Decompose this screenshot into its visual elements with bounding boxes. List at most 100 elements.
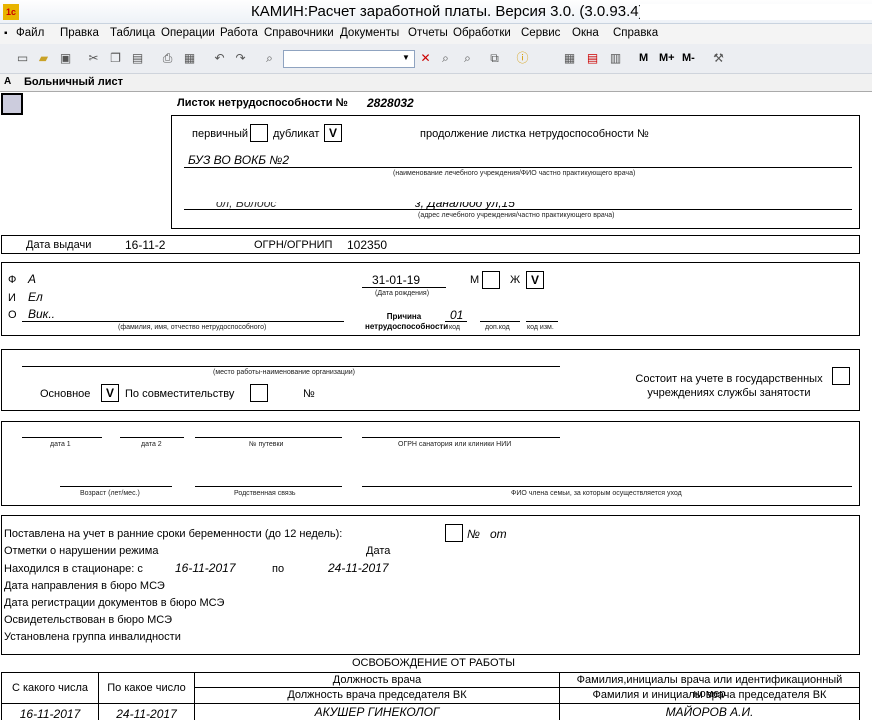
hospital-label: Находился в стационаре: с (4, 563, 143, 575)
fio-caption: (фамилия, имя, отчество нетрудоспособног… (118, 324, 267, 331)
primary-checkbox[interactable] (250, 124, 268, 142)
institution-name[interactable]: БУЗ ВО ВОКБ №2 (188, 153, 289, 167)
document-header: A Больничный лист (0, 74, 872, 92)
document-title: Больничный лист (24, 76, 124, 88)
birth-line (362, 287, 446, 288)
birth-caption: (Дата рождения) (375, 290, 430, 297)
cause-label: Причина нетрудоспособности (365, 312, 449, 331)
menu-reports[interactable]: Отчеты (408, 27, 448, 39)
release-heading: ОСВОБОЖДЕНИЕ ОТ РАБОТЫ (352, 657, 516, 669)
date2-line (120, 437, 184, 438)
menu-windows[interactable]: Окна (572, 27, 599, 39)
main-job-label: Основное (40, 388, 91, 400)
memory-plus-button[interactable]: M+ (659, 52, 675, 64)
issue-date-label: Дата выдачи (26, 239, 92, 251)
surname-value[interactable]: А (28, 272, 36, 286)
row-from-cell[interactable]: 16-11-2017 (1, 703, 99, 721)
issue-date-value[interactable]: 16-11-2 (125, 238, 165, 252)
from-date-header: С какого числа (1, 672, 99, 704)
calendar-icon[interactable]: ▤ (585, 51, 600, 66)
duplicate-checkbox[interactable]: V (324, 124, 342, 142)
address-line (184, 209, 852, 210)
position-header-text: Должность врача (332, 674, 422, 686)
fio-line (22, 321, 344, 322)
mse-exam-label: Освидетельствован в бюро МСЭ (4, 614, 173, 626)
mse-direction-label: Дата направления в бюро МСЭ (4, 580, 165, 592)
sanatorium-caption: ОГРН санатория или клиники НИИ (398, 441, 512, 448)
paste-icon[interactable]: ▤ (130, 51, 145, 66)
violation-label: Отметки о нарушении режима (4, 545, 159, 557)
patronymic-letter: О (8, 309, 17, 321)
menu-references[interactable]: Справочники (264, 27, 334, 39)
calculator-icon[interactable]: ▦ (562, 51, 577, 66)
patronymic-value[interactable]: Вик.. (28, 307, 55, 321)
find-icon[interactable]: ⌕ (262, 51, 277, 66)
part-time-checkbox[interactable] (250, 384, 268, 402)
voucher-caption: № путевки (249, 441, 284, 448)
menu-table[interactable]: Таблица (110, 27, 155, 39)
vk-name-header: Фамилия и инициалы врача председателя ВК (559, 687, 860, 704)
memory-minus-button[interactable]: M- (682, 52, 695, 64)
menu-help[interactable]: Справка (613, 27, 658, 39)
name-value[interactable]: Ел (28, 290, 43, 304)
mse-registration-label: Дата регистрации документов в бюро МСЭ (4, 597, 225, 609)
menu-edit[interactable]: Правка (60, 27, 99, 39)
employment-checkbox[interactable] (832, 367, 850, 385)
save-icon[interactable]: ▣ (58, 51, 73, 66)
print-icon[interactable]: ⎙ (160, 51, 175, 66)
pregnancy-from-label: от (490, 527, 507, 541)
settings-icon[interactable]: ⚒ (711, 51, 726, 66)
menu-work[interactable]: Работа (220, 27, 258, 39)
search-input[interactable] (283, 50, 415, 68)
date1-caption: дата 1 (50, 441, 71, 448)
info-icon[interactable]: ⓘ (515, 51, 530, 66)
birth-date-value[interactable]: 31-01-19 (372, 273, 420, 287)
redo-icon[interactable]: ↷ (233, 51, 248, 66)
ogrn-value[interactable]: 102350 (347, 238, 387, 252)
open-folder-icon[interactable]: ▰ (36, 51, 51, 66)
family-caption: ФИО члена семьи, за которым осуществляет… (511, 490, 682, 497)
selection-square[interactable] (1, 93, 23, 115)
menu-processing[interactable]: Обработки (453, 27, 511, 39)
new-document-icon[interactable]: ▭ (15, 51, 30, 66)
date1-line (22, 437, 102, 438)
title-bar: 1с КАМИН:Расчет заработной платы. Версия… (0, 0, 872, 24)
toolbar: ▭ ▰ ▣ ✂ ❐ ▤ ⎙ ▦ ↶ ↷ ⌕ ▼ ✕ ⌕ ⌕ ⧉ ⓘ ▦ ▤ ▥ … (0, 44, 872, 74)
app-logo-icon: 1с (3, 4, 19, 20)
menu-file[interactable]: Файл (16, 27, 44, 39)
pregnancy-checkbox[interactable] (445, 524, 463, 542)
duplicate-label: дубликат (273, 128, 320, 140)
cut-icon[interactable]: ✂ (86, 51, 101, 66)
addcode-line (480, 321, 520, 322)
clear-search-icon[interactable]: ✕ (418, 51, 433, 66)
system-menu-icon[interactable]: ▪ (4, 28, 8, 39)
memory-button[interactable]: M (639, 52, 648, 64)
preview-icon[interactable]: ▦ (182, 51, 197, 66)
sheet-header: Листок нетрудоспособности № (177, 97, 348, 109)
continuation-label: продолжение листка нетрудоспособности № (420, 128, 649, 140)
cause-code-value[interactable]: 01 (450, 308, 463, 322)
find-prev-icon[interactable]: ⌕ (460, 51, 475, 66)
employment-label: Состоит на учете в государственных учреж… (635, 373, 823, 399)
menu-service[interactable]: Сервис (521, 27, 560, 39)
row-name-cell[interactable]: МАЙОРОВ А.И. (559, 703, 860, 720)
hospital-to-value[interactable]: 24-11-2017 (328, 561, 389, 575)
find-next-icon[interactable]: ⌕ (438, 51, 453, 66)
chevron-down-icon[interactable]: ▼ (402, 53, 410, 62)
male-checkbox[interactable] (482, 271, 500, 289)
copy-icon[interactable]: ❐ (108, 51, 123, 66)
menu-documents[interactable]: Документы (340, 27, 399, 39)
undo-icon[interactable]: ↶ (212, 51, 227, 66)
changecode-line (526, 321, 558, 322)
row-position-cell[interactable]: АКУШЕР ГИНЕКОЛОГ (194, 703, 560, 720)
addcode-caption: доп.код (485, 324, 510, 331)
family-line (362, 486, 852, 487)
main-job-checkbox[interactable]: V (101, 384, 119, 402)
menu-operations[interactable]: Операции (161, 27, 215, 39)
row-to-cell[interactable]: 24-11-2017 (98, 703, 195, 721)
hospital-from-value[interactable]: 16-11-2017 (175, 561, 236, 575)
female-checkbox[interactable]: V (526, 271, 544, 289)
windows-icon[interactable]: ⧉ (487, 51, 502, 66)
table-icon[interactable]: ▥ (608, 51, 623, 66)
sanatorium-line (362, 437, 560, 438)
